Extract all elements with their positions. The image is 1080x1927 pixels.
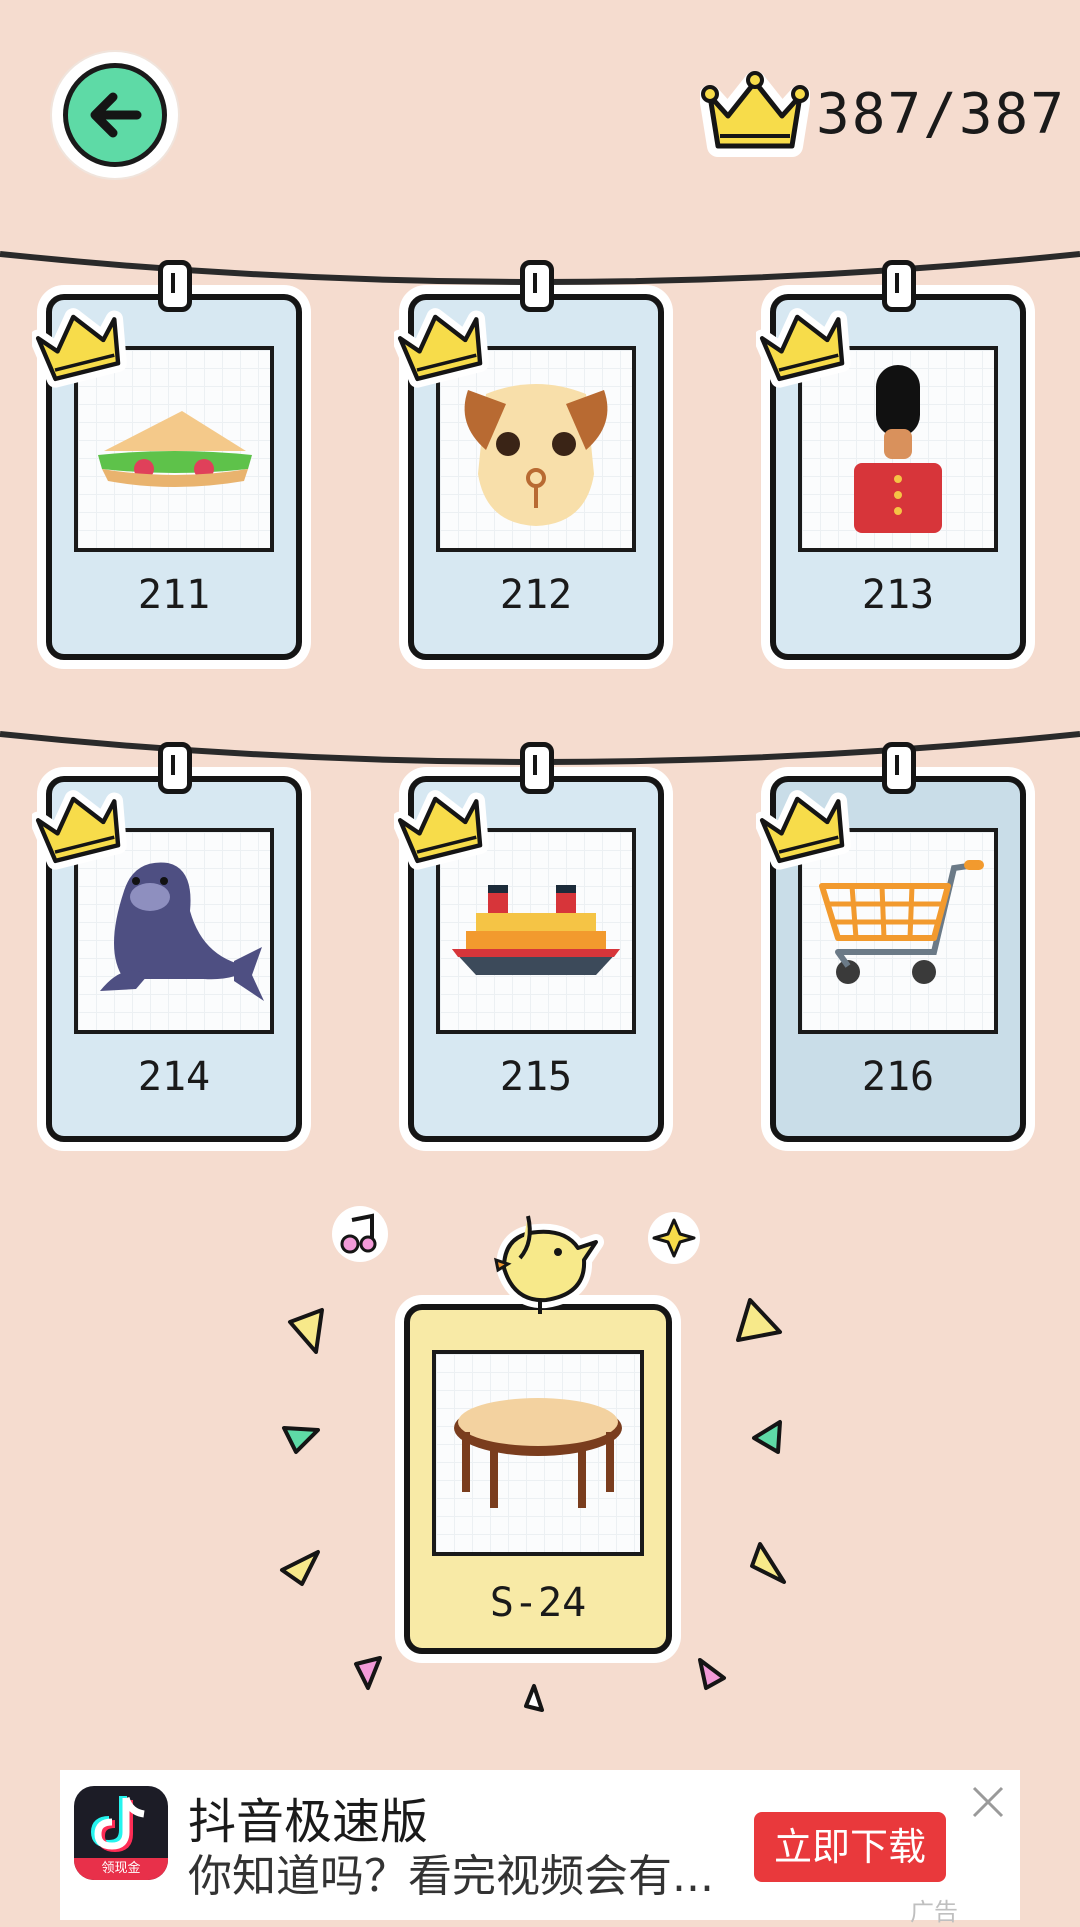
douyin-logo-icon: 领现金 xyxy=(74,1786,168,1880)
bird-icon xyxy=(494,1215,604,1314)
ad-download-button[interactable]: 立即下载 xyxy=(754,1812,946,1882)
level-number: 215 xyxy=(499,1054,573,1100)
music-note-icon xyxy=(332,1206,388,1262)
back-button[interactable] xyxy=(52,52,178,178)
ad-label: 广告 xyxy=(910,1892,958,1927)
level-card-216[interactable]: 216 xyxy=(756,742,1032,1148)
round-table-icon xyxy=(454,1398,622,1508)
paper-clip-icon xyxy=(158,260,192,312)
paper-clip-icon xyxy=(520,742,554,794)
ad-banner[interactable]: 领现金 抖音极速版 你知道吗？看完视频会有... 立即下载 广告 xyxy=(60,1770,1020,1926)
paper-clip-icon xyxy=(882,742,916,794)
level-card-213[interactable]: 213 xyxy=(756,260,1032,666)
crown-icon xyxy=(32,790,127,870)
crown-icon xyxy=(699,71,810,157)
shopping-cart-icon xyxy=(819,860,984,984)
crown-score: 387/387 xyxy=(699,66,1066,162)
score-counter: 387/387 xyxy=(815,81,1066,147)
crown-icon xyxy=(394,308,489,388)
paper-clip-icon xyxy=(520,260,554,312)
crown-icon xyxy=(756,308,851,388)
sandwich-icon xyxy=(98,411,252,487)
level-number: 214 xyxy=(137,1054,211,1100)
special-level-number: S-24 xyxy=(489,1580,587,1626)
royal-guard-icon xyxy=(854,365,942,533)
crown-icon xyxy=(394,790,489,870)
close-icon[interactable] xyxy=(968,1782,1008,1822)
paper-clip-icon xyxy=(882,260,916,312)
ad-description: 你知道吗？看完视频会有... xyxy=(188,1851,714,1902)
level-number: 216 xyxy=(861,1054,935,1100)
paper-clip-icon xyxy=(158,742,192,794)
level-number: 212 xyxy=(499,572,573,618)
ad-logo-badge: 领现金 xyxy=(74,1858,168,1880)
level-card-211[interactable]: 211 xyxy=(32,260,308,666)
walrus-icon xyxy=(100,862,264,1001)
level-card-212[interactable]: 212 xyxy=(394,260,670,666)
level-card-214[interactable]: 214 xyxy=(32,742,308,1148)
ad-label-text: 广告 xyxy=(910,1898,958,1926)
dog-face-icon xyxy=(464,384,608,526)
crown-icon xyxy=(756,790,851,870)
level-number: 211 xyxy=(137,572,211,618)
crown-icon xyxy=(32,308,127,388)
special-level-card[interactable]: S-24 xyxy=(404,1215,672,1654)
back-arrow-icon xyxy=(90,92,142,138)
ship-icon xyxy=(452,885,620,975)
level-number: 213 xyxy=(861,572,935,618)
sparkle-icon xyxy=(648,1212,700,1264)
level-card-215[interactable]: 215 xyxy=(394,742,670,1148)
